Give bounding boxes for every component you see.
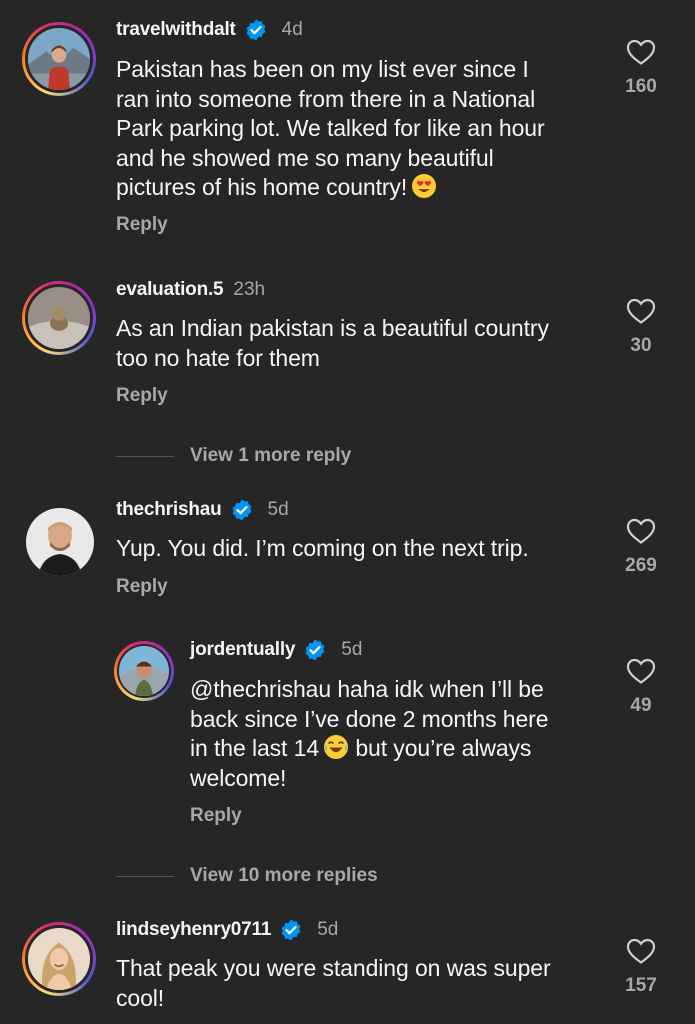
view-more-replies-button[interactable]: View 10 more replies (116, 865, 378, 887)
like-count: 160 (625, 76, 657, 97)
heart-outline-icon (626, 39, 656, 65)
like-button[interactable]: 160 (611, 38, 671, 98)
avatar-photo-icon (28, 28, 90, 90)
divider-line (116, 455, 174, 457)
avatar-cat-photo-icon (28, 287, 90, 349)
reply-button[interactable]: Reply (116, 576, 168, 598)
heart-outline-icon (626, 518, 656, 544)
like-count: 269 (625, 555, 657, 576)
heart-outline-icon (626, 298, 656, 324)
comment-text: Yup. You did. I’m coming on the next tri… (116, 535, 529, 561)
avatar-thechrishau[interactable] (26, 508, 94, 576)
avatar-jordentually[interactable] (114, 641, 174, 701)
comment-text: That peak you were standing on was super… (116, 955, 551, 1011)
verified-badge-icon (232, 499, 251, 521)
like-button[interactable]: 157 (611, 937, 671, 997)
username[interactable]: jordentually (190, 638, 295, 662)
verified-badge-icon (305, 639, 325, 661)
comment-text: Pakistan has been on my list ever since … (116, 56, 545, 200)
username[interactable]: travelwithdalt (116, 18, 236, 42)
heart-eyes-emoji-icon (412, 174, 437, 198)
avatar-photo-icon (119, 646, 169, 696)
like-count: 157 (625, 975, 657, 996)
comment-header: evaluation.5 23h (116, 278, 265, 302)
avatar-lindseyhenry0711[interactable] (22, 922, 96, 996)
comment-time: 4d (281, 19, 303, 40)
heart-outline-icon (626, 938, 656, 964)
avatar-photo-icon (28, 928, 90, 990)
laughing-emoji-icon (324, 735, 349, 759)
comment-header: jordentually 5d (190, 638, 362, 662)
verified-badge-icon (246, 19, 266, 41)
divider-line (116, 875, 174, 877)
comment-text: @thechrishau haha idk when I’ll be back … (190, 676, 549, 791)
reply-button[interactable]: Reply (116, 385, 168, 407)
username[interactable]: evaluation.5 (116, 278, 224, 302)
comments-feed: travelwithdalt 4d Pakistan has been on m… (0, 0, 695, 1024)
avatar-evaluation5[interactable] (22, 281, 96, 355)
username[interactable]: thechrishau (116, 498, 222, 522)
verified-badge-icon (281, 919, 301, 941)
comment-time: 5d (267, 499, 289, 520)
comment-time: 5d (341, 639, 363, 660)
like-button[interactable]: 49 (611, 657, 671, 717)
avatar-photo-icon (26, 508, 94, 576)
like-button[interactable]: 269 (611, 517, 671, 577)
reply-button[interactable]: Reply (116, 214, 168, 236)
comment-header: thechrishau 5d (116, 498, 289, 522)
like-count: 49 (630, 695, 652, 716)
heart-outline-icon (626, 658, 656, 684)
view-more-replies-button[interactable]: View 1 more reply (116, 445, 351, 467)
comment-time: 23h (233, 279, 266, 300)
comment-header: lindseyhenry0711 5d (116, 918, 338, 942)
reply-button[interactable]: Reply (190, 805, 242, 827)
comment-header: travelwithdalt 4d (116, 18, 303, 42)
like-button[interactable]: 30 (611, 297, 671, 357)
comment-text: As an Indian pakistan is a beautiful cou… (116, 315, 549, 371)
username[interactable]: lindseyhenry0711 (116, 918, 271, 942)
like-count: 30 (630, 335, 652, 356)
avatar-travelwithdalt[interactable] (22, 22, 96, 96)
comment-time: 5d (317, 919, 339, 940)
